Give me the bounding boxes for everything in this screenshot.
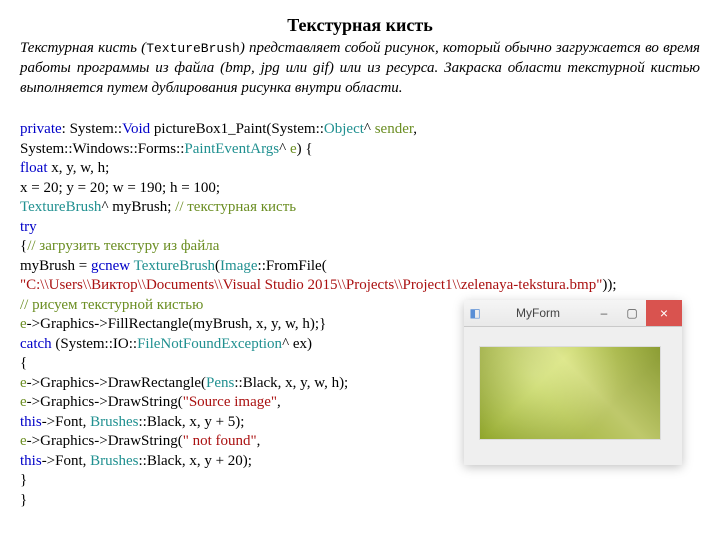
type-image: Image [220, 258, 257, 274]
type-painteventargs: PaintEventArgs [184, 141, 279, 157]
minimize-button[interactable]: – [590, 300, 618, 326]
kw-this-2: this [20, 453, 42, 469]
kw-this-1: this [20, 414, 42, 430]
comment-2: // загрузить текстуру из файла [27, 238, 219, 254]
texture-rectangle [480, 347, 660, 439]
kw-catch: catch [20, 336, 52, 352]
type-pens: Pens [206, 375, 234, 391]
kw-gcnew: gcnew [91, 258, 130, 274]
kw-private: private [20, 121, 62, 137]
window-title: MyForm [486, 300, 590, 326]
type-brushes-1: Brushes [90, 414, 138, 430]
type-filenotfound: FileNotFoundException [137, 336, 282, 352]
kw-void: Void [122, 121, 150, 137]
desc-mono: TextureBrush [146, 41, 240, 56]
client-area [464, 327, 682, 465]
string-path: "C:\\Users\\Виктор\\Documents\\Visual St… [20, 277, 602, 293]
kw-float: float [20, 160, 48, 176]
maximize-button[interactable]: ▢ [618, 300, 646, 326]
kw-try: try [20, 219, 37, 235]
type-brushes-2: Brushes [90, 453, 138, 469]
type-object: Object [324, 121, 364, 137]
string-notfound: " not found" [183, 433, 257, 449]
page-title: Текстурная кисть [20, 16, 700, 36]
param-e: e [290, 141, 297, 157]
param-sender: sender [375, 121, 414, 137]
description: Текстурная кисть (TextureBrush) представ… [20, 38, 700, 99]
close-button[interactable]: × [646, 300, 682, 326]
type-texturebrush: TextureBrush [20, 199, 101, 215]
myform-window: ◧ MyForm – ▢ × [464, 300, 682, 464]
string-source: "Source image" [183, 394, 277, 410]
titlebar[interactable]: ◧ MyForm – ▢ × [464, 300, 682, 327]
comment-3: // рисуем текстурной кистью [20, 297, 203, 313]
comment-1: // текстурная кисть [175, 199, 296, 215]
desc-part-1: Текстурная кисть ( [20, 40, 146, 56]
app-icon: ◧ [464, 300, 486, 326]
